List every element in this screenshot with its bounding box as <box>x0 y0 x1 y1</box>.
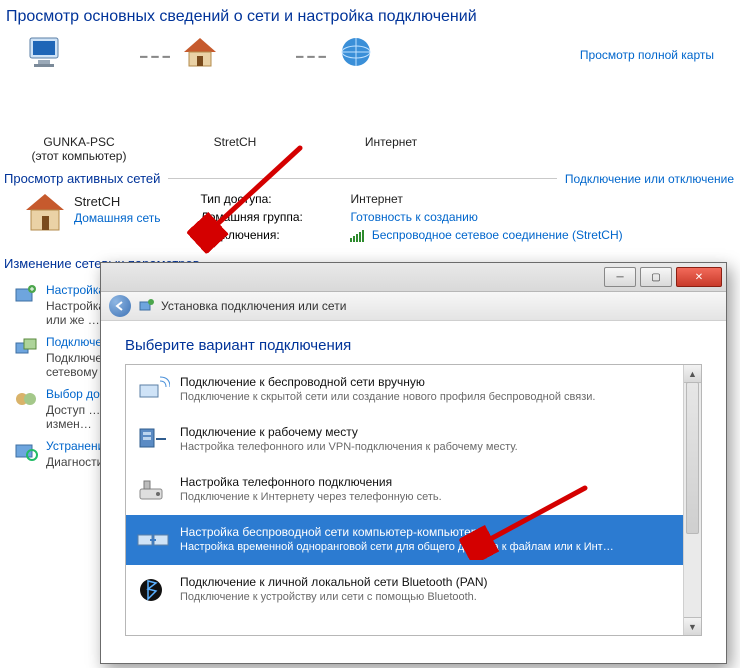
homegroup-icon <box>14 387 38 411</box>
arrow-left-icon <box>115 301 125 311</box>
wizard-heading: Выберите вариант подключения <box>125 337 702 354</box>
close-button[interactable]: ✕ <box>676 267 722 287</box>
window-titlebar[interactable]: ─ ▢ ✕ <box>101 263 726 292</box>
maximize-button[interactable]: ▢ <box>640 267 672 287</box>
option-desc: Настройка телефонного или VPN-подключени… <box>180 441 518 453</box>
option-title: Настройка телефонного подключения <box>180 475 442 489</box>
wifi-signal-icon <box>350 230 364 242</box>
scroll-thumb[interactable] <box>686 382 699 534</box>
annotation-arrow-1 <box>180 140 310 260</box>
map-connector: ━━━ <box>134 50 180 64</box>
option-title: Подключение к рабочему месту <box>180 425 518 439</box>
wizard-icon <box>14 283 38 307</box>
map-label-internet: Интернет <box>365 135 417 149</box>
wizard-option[interactable]: Настройка телефонного подключения Подключ… <box>126 465 683 515</box>
current-network-block: StretCH Домашняя сеть Тип доступа: Интер… <box>0 188 740 244</box>
option-icon <box>136 375 170 405</box>
current-network-name: StretCH <box>74 194 160 209</box>
connect-icon <box>14 335 38 359</box>
option-icon <box>136 525 170 555</box>
option-icon <box>136 575 170 605</box>
option-desc: Подключение к скрытой сети или создание … <box>180 391 595 403</box>
map-node-router: StretCH <box>180 34 290 149</box>
wizard-option[interactable]: Подключение к личной локальной сети Blue… <box>126 565 683 615</box>
wizard-option-list: Подключение к беспроводной сети вручную П… <box>126 365 683 635</box>
scroll-down-button[interactable]: ▼ <box>684 617 701 635</box>
map-label-this-pc: GUNKA-PSC(этот компьютер) <box>32 135 127 163</box>
wizard-toolbar-title: Установка подключения или сети <box>161 299 346 313</box>
troubleshoot-icon <box>14 439 38 463</box>
wizard-toolbar: Установка подключения или сети <box>101 292 726 321</box>
annotation-arrow-2 <box>455 480 595 560</box>
map-connector: ━━━ <box>290 50 336 64</box>
house-icon <box>180 34 290 133</box>
option-icon <box>136 475 170 505</box>
page-title: Просмотр основных сведений о сети и наст… <box>0 0 740 30</box>
value-connection-link[interactable]: Беспроводное сетевое соединение (StretCH… <box>372 228 623 242</box>
connect-disconnect-link[interactable]: Подключение или отключение <box>565 172 734 186</box>
back-button[interactable] <box>109 295 131 317</box>
minimize-button[interactable]: ─ <box>604 267 636 287</box>
computer-icon <box>24 34 134 133</box>
home-network-icon <box>24 192 66 234</box>
globe-icon <box>336 34 446 133</box>
wizard-options-panel: Подключение к беспроводной сети вручную П… <box>125 364 702 636</box>
network-map: GUNKA-PSC(этот компьютер) ━━━ StretCH ━━… <box>0 30 740 163</box>
wizard-option[interactable]: Подключение к беспроводной сети вручную П… <box>126 365 683 415</box>
option-icon <box>136 425 170 455</box>
view-full-map-link[interactable]: Просмотр полной карты <box>580 48 714 62</box>
active-networks-title: Просмотр активных сетей <box>4 171 160 186</box>
active-networks-header: Просмотр активных сетей Подключение или … <box>0 163 740 188</box>
map-node-internet: Интернет <box>336 34 446 149</box>
network-wizard-icon <box>139 298 155 314</box>
value-access-type: Интернет <box>350 192 622 206</box>
option-desc: Подключение к устройству или сети с помо… <box>180 591 488 603</box>
option-desc: Подключение к Интернету через телефонную… <box>180 491 442 503</box>
scroll-up-button[interactable]: ▲ <box>684 365 701 383</box>
wizard-option[interactable]: Подключение к рабочему месту Настройка те… <box>126 415 683 465</box>
option-title: Подключение к личной локальной сети Blue… <box>180 575 488 589</box>
current-network-type-link[interactable]: Домашняя сеть <box>74 211 160 225</box>
value-homegroup-link[interactable]: Готовность к созданию <box>350 210 622 224</box>
scrollbar[interactable]: ▲ ▼ <box>683 365 701 635</box>
wizard-option[interactable]: Настройка беспроводной сети компьютер-ко… <box>126 515 683 565</box>
option-title: Подключение к беспроводной сети вручную <box>180 375 595 389</box>
wizard-window: ─ ▢ ✕ Установка подключения или сети Выб… <box>100 262 727 664</box>
map-node-this-pc: GUNKA-PSC(этот компьютер) <box>24 34 134 163</box>
